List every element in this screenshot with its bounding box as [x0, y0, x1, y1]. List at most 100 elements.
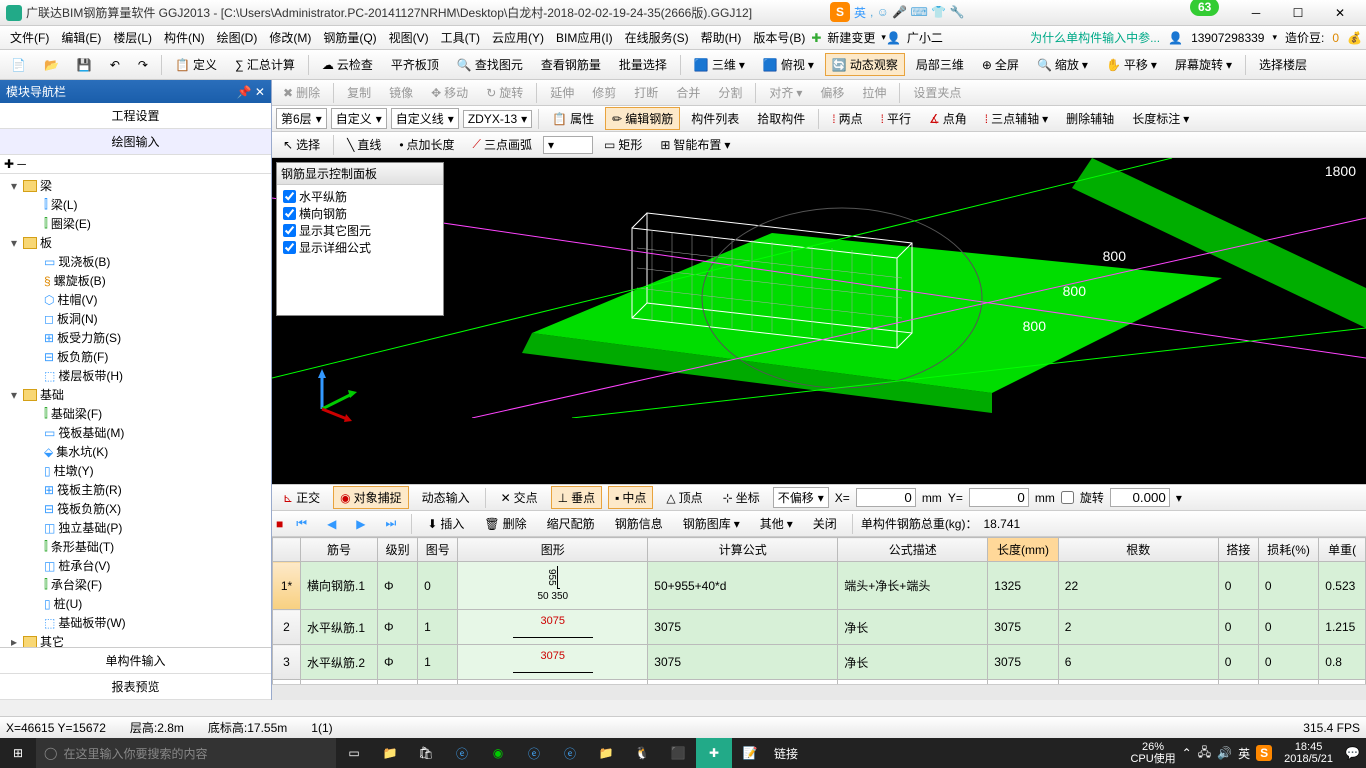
top-view-button[interactable]: 🟦俯视▾: [756, 53, 821, 76]
nav-last[interactable]: ⏭: [379, 513, 404, 534]
tray-sogou-icon[interactable]: S: [1256, 745, 1272, 761]
horizontal-scrollbar[interactable]: [272, 684, 1366, 700]
menu-edit[interactable]: 编辑(E): [55, 27, 107, 48]
axis-gizmo[interactable]: [302, 364, 362, 424]
shrink-button[interactable]: 缩尺配筋: [540, 512, 602, 535]
360-icon[interactable]: ◉: [480, 738, 516, 768]
app1-icon[interactable]: ⬛: [660, 738, 696, 768]
del-axis-button[interactable]: 删除辅轴: [1059, 107, 1121, 130]
menu-floor[interactable]: 楼层(L): [107, 27, 158, 48]
flat-top-button[interactable]: 平齐板顶: [384, 53, 446, 76]
line-tool[interactable]: ╲直线: [340, 133, 388, 156]
perp-pt-button[interactable]: ⊥垂点: [551, 486, 602, 509]
app2-icon[interactable]: ✚: [696, 738, 732, 768]
menu-modify[interactable]: 修改(M): [263, 27, 317, 48]
steel-info-button[interactable]: 钢筋信息: [608, 512, 670, 535]
select-floor-button[interactable]: 选择楼层: [1252, 53, 1314, 76]
store-icon[interactable]: 🛍: [408, 738, 444, 768]
nav-prev[interactable]: ◀: [320, 514, 343, 534]
sum-calc-button[interactable]: ∑ 汇总计算: [228, 53, 302, 76]
link-label[interactable]: 链接: [768, 745, 804, 762]
ctx-split[interactable]: 分割: [711, 81, 749, 104]
3d-viewport[interactable]: 1800 800 800 800 钢筋显示控制面板 水平纵筋 横向钢筋 显示其它…: [272, 158, 1366, 484]
tray-ime-lang[interactable]: 英: [1238, 745, 1250, 762]
component-tree[interactable]: ▾梁 ⫿梁(L) ⫿圈梁(E) ▾板 ▭现浇板(B) §螺旋板(B) ⬡柱帽(V…: [0, 174, 271, 647]
close-panel-button[interactable]: 关闭: [806, 512, 844, 535]
menu-online[interactable]: 在线服务(S): [619, 27, 695, 48]
arc3-tool[interactable]: ⟋三点画弧: [466, 133, 539, 156]
pt-len-tool[interactable]: •点加长度: [392, 133, 461, 156]
rect-tool[interactable]: ▭矩形: [597, 133, 649, 156]
rebar-data-grid[interactable]: 筋号 级别 图号 图形 计算公式 公式描述 长度(mm) 根数 搭接 损耗(%)…: [272, 536, 1366, 684]
ctx-mirror[interactable]: 镜像: [382, 81, 420, 104]
tray-net-icon[interactable]: 🖧: [1198, 743, 1211, 764]
fullscreen-button[interactable]: ⊕全屏: [975, 53, 1026, 76]
select-tool[interactable]: ↖选择: [276, 133, 327, 156]
tab-report-preview[interactable]: 报表预览: [0, 674, 271, 700]
ctx-stretch[interactable]: 拉伸: [855, 81, 893, 104]
user-label[interactable]: 广小二: [901, 27, 949, 48]
explorer-icon[interactable]: 📁: [372, 738, 408, 768]
new-change-button[interactable]: 新建变更: [821, 27, 881, 48]
find-element-button[interactable]: 🔍查找图元: [450, 53, 530, 76]
menu-rebar[interactable]: 钢筋量(Q): [317, 27, 382, 48]
tab-draw-input[interactable]: 绘图输入: [0, 129, 271, 155]
chk-show-detail[interactable]: [283, 241, 296, 254]
tray-notif-icon[interactable]: 💬: [1345, 746, 1360, 760]
task-view-icon[interactable]: ▭: [336, 738, 372, 768]
cross-pt-button[interactable]: ✕交点: [494, 486, 545, 509]
custom-dropdown[interactable]: 自定义▾: [331, 108, 387, 129]
menu-file[interactable]: 文件(F): [4, 27, 55, 48]
smart-layout-tool[interactable]: ⊞智能布置▾: [653, 133, 737, 156]
close-button[interactable]: ✕: [1320, 3, 1360, 23]
edit-steel-button[interactable]: ✏编辑钢筋: [605, 107, 680, 130]
ctx-rotate[interactable]: ↻旋转: [479, 81, 530, 104]
pan-button[interactable]: ✋平移▾: [1099, 53, 1164, 76]
green-badge[interactable]: 63: [1190, 0, 1219, 16]
mid-pt-button[interactable]: ▪中点: [608, 486, 653, 509]
pt-angle-button[interactable]: ∡点角: [922, 107, 974, 130]
chk-transverse[interactable]: [283, 207, 296, 220]
local-3d-button[interactable]: 局部三维: [909, 53, 971, 76]
ctx-offset[interactable]: 偏移: [813, 81, 851, 104]
cloud-check-button[interactable]: ☁云检查: [315, 53, 380, 76]
chk-show-others[interactable]: [283, 224, 296, 237]
parallel-button[interactable]: ⁞平行: [874, 107, 918, 130]
menu-tools[interactable]: 工具(T): [435, 27, 486, 48]
menu-cloud[interactable]: 云应用(Y): [486, 27, 550, 48]
tray-up-icon[interactable]: ⌃: [1182, 746, 1192, 760]
new-file-icon[interactable]: 📄: [4, 55, 33, 75]
rotate-chk[interactable]: [1061, 491, 1074, 504]
tray-vol-icon[interactable]: 🔊: [1217, 746, 1232, 760]
chk-horizontal[interactable]: [283, 190, 296, 203]
ctx-copy[interactable]: 复制: [340, 81, 378, 104]
open-file-icon[interactable]: 📂: [37, 55, 66, 75]
3d-button[interactable]: 🟦三维▾: [687, 53, 752, 76]
arc-dropdown[interactable]: ▾: [543, 136, 593, 154]
other-button[interactable]: 其他▾: [753, 512, 800, 535]
maximize-button[interactable]: ☐: [1278, 3, 1318, 23]
edge2-icon[interactable]: ⓔ: [516, 738, 552, 768]
comp-list-button[interactable]: 构件列表: [684, 107, 746, 130]
tray-clock[interactable]: 18:452018/5/21: [1278, 741, 1339, 765]
ctx-extend[interactable]: 延伸: [543, 81, 581, 104]
offset-dropdown[interactable]: 不偏移▾: [773, 487, 829, 508]
sidebar-mini-toolbar[interactable]: ✚ ─: [0, 155, 271, 174]
ime-icon[interactable]: S: [830, 2, 850, 22]
menu-help[interactable]: 帮助(H): [695, 27, 748, 48]
insert-row-button[interactable]: ⬇插入: [420, 512, 471, 535]
ie-icon[interactable]: ⓔ: [552, 738, 588, 768]
zoom-button[interactable]: 🔍缩放▾: [1030, 53, 1095, 76]
custom-line-dropdown[interactable]: 自定义线▾: [391, 108, 459, 129]
nav-first[interactable]: ⏮: [289, 513, 314, 534]
hint-link[interactable]: 为什么单构件输入中参...: [1030, 29, 1160, 46]
snap-button[interactable]: ◉对象捕捉: [333, 486, 409, 509]
define-button[interactable]: 📋定义: [168, 53, 224, 76]
steel-lib-button[interactable]: 钢筋图库▾: [676, 512, 747, 535]
ctx-move[interactable]: ✥移动: [424, 81, 475, 104]
ime-lang[interactable]: 英: [854, 4, 866, 21]
menu-bim[interactable]: BIM应用(I): [550, 27, 619, 48]
ctx-setpoint[interactable]: 设置夹点: [906, 81, 968, 104]
coord-button[interactable]: ⊹坐标: [716, 486, 767, 509]
three-axis-button[interactable]: ⁞三点辅轴▾: [978, 107, 1055, 130]
